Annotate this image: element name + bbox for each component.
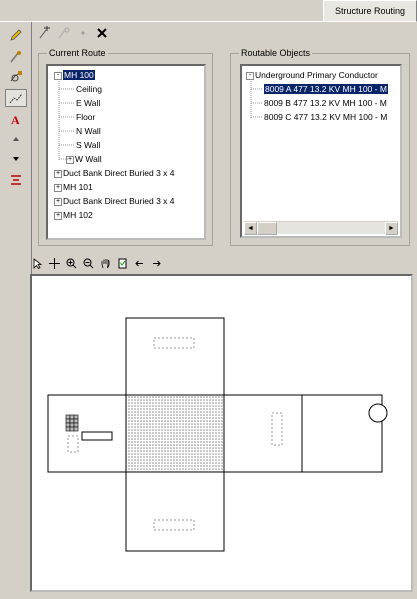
small-dot-icon[interactable] (75, 25, 91, 41)
ceiling-panel (301, 394, 383, 473)
scroll-right-button[interactable]: ► (385, 222, 398, 235)
back-arrow-icon[interactable] (132, 256, 147, 271)
tree-item-mh-100[interactable]: - MH 100 (54, 69, 95, 81)
hand-pan-icon[interactable] (98, 256, 113, 271)
tree-item-underground-primary-conductor[interactable]: - Underground Primary Conductor (246, 69, 378, 81)
page-icon[interactable] (115, 256, 130, 271)
floor-panel (125, 394, 225, 473)
arrow-down-icon[interactable] (5, 150, 27, 168)
tab-strip: Structure Routing (0, 0, 417, 22)
tree-item-mh-102[interactable]: + MH 102 (54, 209, 93, 221)
tree-item-ceiling[interactable]: Ceiling (76, 83, 102, 95)
structure-canvas[interactable] (30, 274, 413, 592)
scroll-thumb[interactable] (257, 222, 277, 235)
add-route-icon[interactable] (37, 25, 53, 41)
tree-item-floor[interactable]: Floor (76, 111, 95, 123)
horizontal-scrollbar[interactable]: ◄ ► (244, 221, 398, 235)
svg-text:A: A (11, 113, 20, 126)
left-tool-palette: A (2, 22, 32, 592)
current-route-legend: Current Route (49, 48, 106, 58)
routable-objects-legend: Routable Objects (241, 48, 311, 58)
text-route-icon[interactable] (5, 170, 27, 188)
tab-structure-routing[interactable]: Structure Routing (323, 0, 417, 22)
tree-item-w-wall[interactable]: + W Wall (66, 153, 102, 165)
pencil-icon[interactable] (5, 26, 27, 44)
tree-item-duct-bank-2[interactable]: + Duct Bank Direct Buried 3 x 4 (54, 195, 175, 207)
pan-cross-icon[interactable] (47, 256, 62, 271)
east-wall-panel (223, 394, 303, 473)
text-a-icon[interactable]: A (5, 110, 27, 128)
manhole-opening (368, 403, 388, 423)
tree-item-8009a[interactable]: 8009 A 477 13.2 KV MH 100 - M (264, 83, 388, 95)
arrow-up-icon[interactable] (5, 130, 27, 148)
cable-bar (81, 431, 113, 441)
scroll-left-button[interactable]: ◄ (244, 222, 257, 235)
tree-item-n-wall[interactable]: N Wall (76, 125, 101, 137)
route-toolbar (34, 22, 114, 44)
tree-item-duct-bank-1[interactable]: + Duct Bank Direct Buried 3 x 4 (54, 167, 175, 179)
forward-arrow-icon[interactable] (149, 256, 164, 271)
route-pencil-icon[interactable] (5, 48, 27, 66)
disabled-route-icon[interactable] (56, 25, 72, 41)
select-arrow-icon[interactable] (30, 256, 45, 271)
view-toolbar (30, 254, 164, 272)
tree-item-mh-101[interactable]: + MH 101 (54, 181, 93, 193)
zoom-in-icon[interactable] (64, 256, 79, 271)
tree-item-8009b[interactable]: 8009 B 477 13.2 KV MH 100 - M (264, 97, 387, 109)
tree-item-8009c[interactable]: 8009 C 477 13.2 KV MH 100 - M (264, 111, 387, 123)
delete-x-icon[interactable] (94, 25, 110, 41)
tree-item-e-wall[interactable]: E Wall (76, 97, 100, 109)
conduit-grid (65, 414, 79, 432)
zoom-out-icon[interactable] (81, 256, 96, 271)
node-route-icon[interactable] (5, 68, 27, 86)
trace-route-icon[interactable] (5, 89, 27, 107)
north-wall-panel (125, 317, 225, 398)
routable-objects-tree[interactable]: - Underground Primary Conductor 8009 A 47… (240, 64, 402, 238)
manhole-unfolded-diagram (47, 317, 388, 552)
tree-item-s-wall[interactable]: S Wall (76, 139, 100, 151)
south-wall-panel (125, 471, 225, 552)
current-route-tree[interactable]: - MH 100 Ceiling E Wall Floor N Wall S Wa… (46, 64, 206, 240)
